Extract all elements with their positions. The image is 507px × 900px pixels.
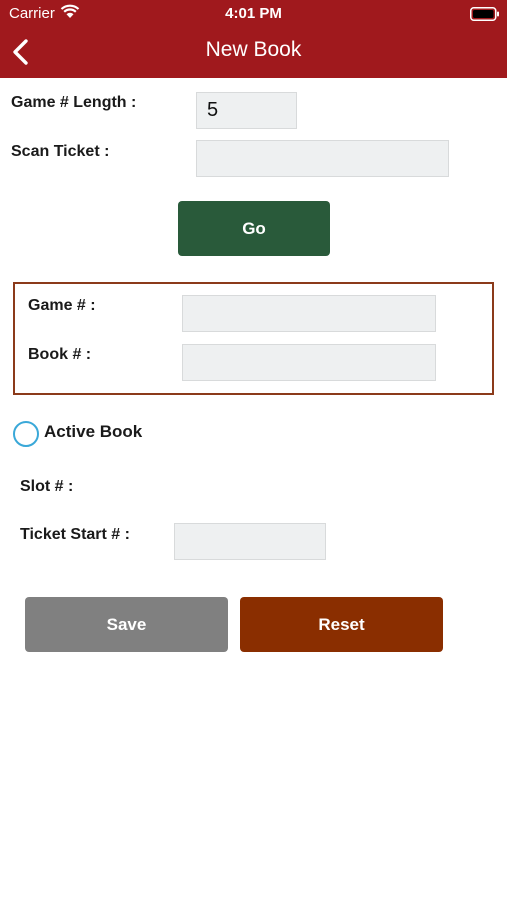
ticket-start-label: Ticket Start # : (20, 526, 130, 543)
book-number-label: Book # : (28, 346, 92, 363)
clock-label: 4:01 PM (225, 5, 282, 22)
game-length-input[interactable] (196, 92, 297, 129)
ticket-start-input[interactable] (174, 523, 326, 560)
reset-button[interactable]: Reset (240, 597, 443, 652)
save-button[interactable]: Save (25, 597, 228, 652)
game-number-label: Game # : (28, 297, 96, 314)
book-number-input[interactable] (182, 344, 436, 381)
active-book-label: Active Book (44, 422, 143, 441)
nav-bar: Carrier 4:01 PM New Book (0, 0, 507, 78)
game-length-label: Game # Length : (11, 94, 137, 111)
page-title: New Book (205, 38, 302, 61)
active-book-radio[interactable] (13, 421, 39, 447)
scan-ticket-label: Scan Ticket : (11, 143, 110, 160)
slot-label: Slot # : (20, 478, 74, 495)
battery-icon (470, 7, 500, 26)
go-button[interactable]: Go (178, 201, 330, 256)
scan-ticket-input[interactable] (196, 140, 449, 177)
game-number-input[interactable] (182, 295, 436, 332)
